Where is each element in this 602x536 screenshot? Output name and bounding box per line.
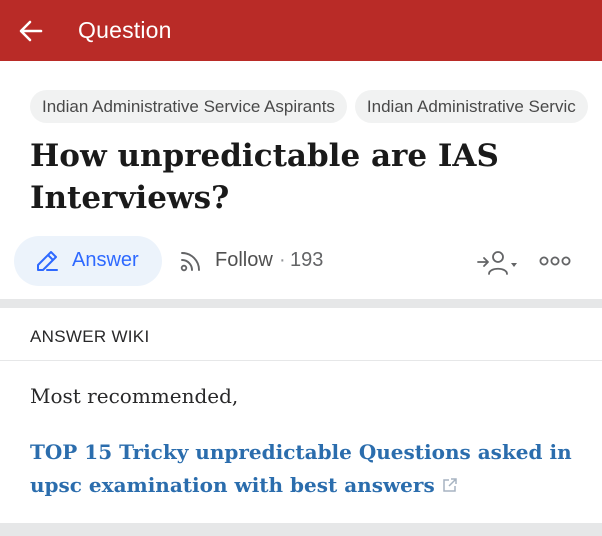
request-user-icon <box>477 251 517 275</box>
section-divider <box>0 523 602 536</box>
back-button[interactable] <box>14 14 48 48</box>
more-options-button[interactable] <box>538 249 574 273</box>
external-link-icon <box>442 478 457 492</box>
follow-button-label: Follow <box>215 249 273 271</box>
answer-wiki-link-text: TOP 15 Tricky unpredictable Questions as… <box>30 440 572 497</box>
answer-wiki-intro: Most recommended, <box>30 384 239 408</box>
topic-chip[interactable]: Indian Administrative Service Aspirants <box>30 90 347 123</box>
request-answer-button[interactable] <box>474 248 522 276</box>
answer-button-label: Answer <box>72 249 139 271</box>
answer-button[interactable]: Answer <box>14 236 162 286</box>
pencil-edit-icon <box>37 251 58 271</box>
more-horizontal-icon <box>539 256 571 266</box>
arrow-left-icon <box>19 20 43 42</box>
answer-wiki-link[interactable]: TOP 15 Tricky unpredictable Questions as… <box>30 436 590 502</box>
divider <box>0 360 602 361</box>
question-title: How unpredictable are IAS Interviews? <box>30 138 499 216</box>
question-actions: Answer Follow · 193 <box>14 236 602 286</box>
follower-count: 193 <box>290 249 324 271</box>
answer-wiki-header: ANSWER WIKI <box>30 327 150 346</box>
topic-chip[interactable]: Indian Administrative Servic <box>354 90 588 123</box>
app-bar: Question <box>0 0 602 61</box>
follow-button[interactable]: Follow · 193 <box>176 236 346 286</box>
rss-feed-icon <box>180 252 200 272</box>
follow-separator: · <box>279 249 286 271</box>
section-divider <box>0 299 602 308</box>
topic-list: Indian Administrative Service Aspirants … <box>30 90 602 123</box>
page-title: Question <box>78 17 172 43</box>
